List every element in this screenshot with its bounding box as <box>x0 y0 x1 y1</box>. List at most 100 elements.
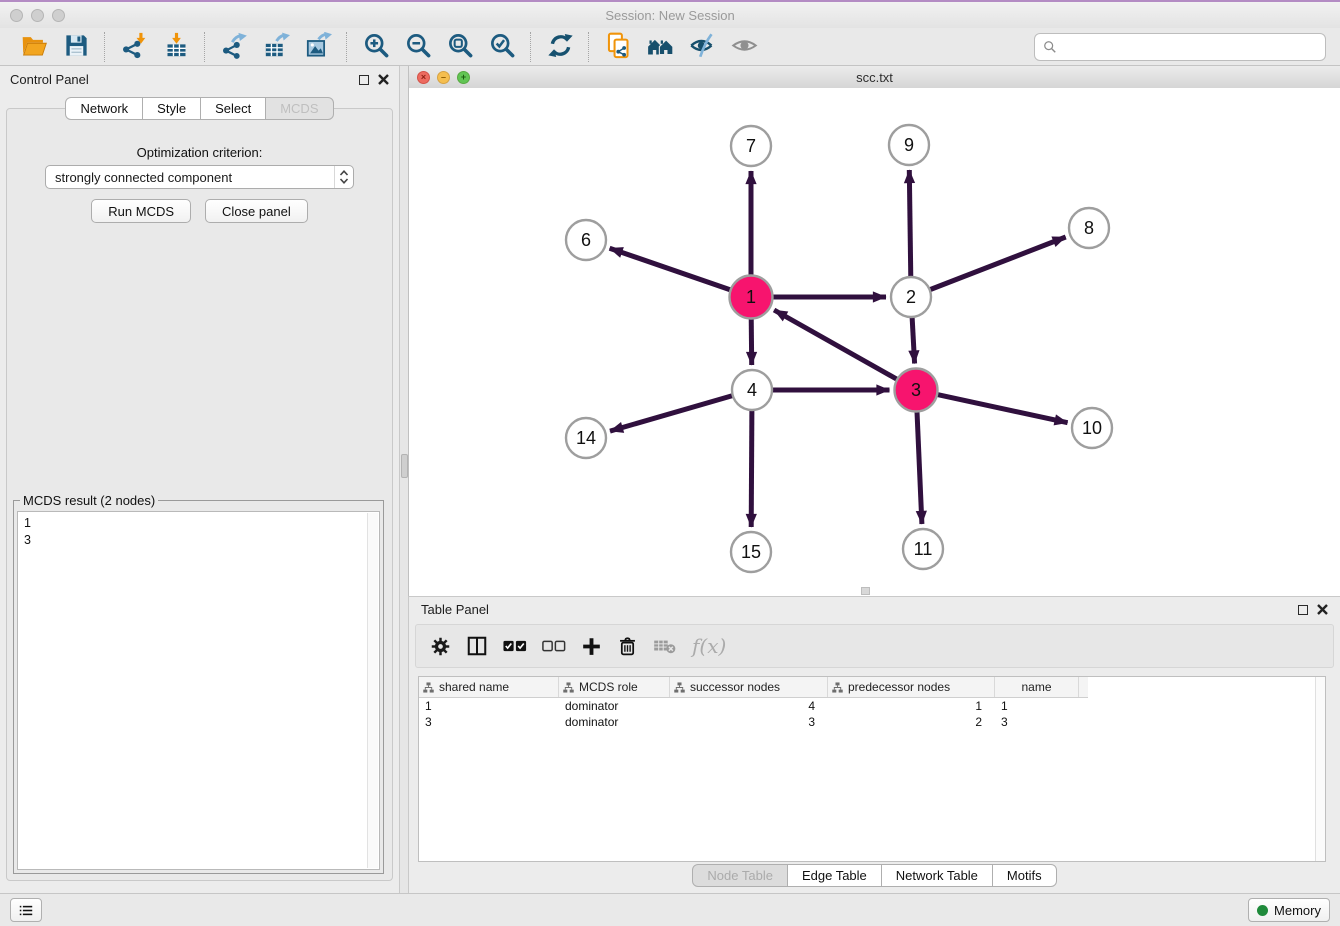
graph-node[interactable]: 1 <box>730 276 773 319</box>
table-row[interactable]: 1dominator411 <box>419 698 1325 714</box>
show-all-button[interactable] <box>726 31 762 63</box>
graph-edge[interactable] <box>610 395 735 431</box>
column-header-successor-nodes[interactable]: successor nodes <box>670 677 828 697</box>
memory-button[interactable]: Memory <box>1248 898 1330 922</box>
search-icon <box>1043 40 1057 54</box>
float-panel-icon[interactable] <box>359 75 369 85</box>
svg-text:14: 14 <box>576 428 596 448</box>
task-history-button[interactable] <box>10 898 42 922</box>
import-network-button[interactable] <box>116 31 152 63</box>
graph-node[interactable]: 2 <box>891 277 931 317</box>
graph-node[interactable]: 4 <box>732 370 772 410</box>
table-cell[interactable]: 1 <box>419 698 559 714</box>
column-header-mcds-role[interactable]: MCDS role <box>559 677 670 697</box>
fx-icon: f(x) <box>692 634 726 658</box>
tab-motifs[interactable]: Motifs <box>992 864 1057 887</box>
tab-mcds[interactable]: MCDS <box>265 97 333 120</box>
graph-edge[interactable] <box>774 310 899 380</box>
table-row[interactable]: 3dominator323 <box>419 714 1325 730</box>
graph-edge[interactable] <box>909 170 911 279</box>
tab-edge-table[interactable]: Edge Table <box>787 864 882 887</box>
column-header-shared-name[interactable]: shared name <box>419 677 559 697</box>
svg-text:3: 3 <box>911 380 921 400</box>
delete-row-button[interactable] <box>617 636 638 657</box>
table-cell[interactable]: 4 <box>670 698 828 714</box>
graph-node[interactable]: 3 <box>895 369 938 412</box>
export-table-button[interactable] <box>258 31 294 63</box>
function-builder-button[interactable]: f(x) <box>692 634 726 658</box>
graph-edge[interactable] <box>610 248 733 290</box>
table-cell[interactable]: 3 <box>670 714 828 730</box>
graph-edge[interactable] <box>751 317 752 366</box>
save-session-button[interactable] <box>58 31 94 63</box>
tab-network[interactable]: Network <box>65 97 143 120</box>
column-settings-button[interactable] <box>430 636 451 657</box>
zoom-fit-icon <box>447 32 474 62</box>
export-network-button[interactable] <box>216 31 252 63</box>
duplicate-network-button[interactable] <box>600 31 636 63</box>
delete-table-button[interactable] <box>653 637 677 655</box>
table-toolbar: f(x) <box>415 624 1334 668</box>
graph-node[interactable]: 9 <box>889 125 929 165</box>
eye-icon <box>731 32 758 62</box>
eye-slash-icon <box>689 32 716 62</box>
add-row-button[interactable] <box>581 636 602 657</box>
close-panel-icon[interactable] <box>378 74 389 85</box>
graph-node[interactable]: 7 <box>731 126 771 166</box>
graph-node[interactable]: 8 <box>1069 208 1109 248</box>
table-cell[interactable]: 3 <box>995 714 1079 730</box>
deselect-all-button[interactable] <box>542 640 566 652</box>
zoom-out-button[interactable] <box>400 31 436 63</box>
show-columns-button[interactable] <box>466 635 488 657</box>
graph-node[interactable]: 10 <box>1072 408 1112 448</box>
table-cell[interactable]: dominator <box>559 698 670 714</box>
result-scrollbar[interactable] <box>367 513 378 868</box>
tab-node-table[interactable]: Node Table <box>692 864 788 887</box>
graph-edge[interactable] <box>751 408 752 527</box>
float-panel-icon[interactable] <box>1298 605 1308 615</box>
graph-edge[interactable] <box>912 315 915 364</box>
search-input[interactable] <box>1062 36 1325 58</box>
panel-splitter[interactable] <box>400 66 408 893</box>
canvas-scrollbar-thumb[interactable] <box>861 587 870 595</box>
close-panel-icon[interactable] <box>1317 604 1328 615</box>
select-all-button[interactable] <box>503 640 527 652</box>
column-header-predecessor-nodes[interactable]: predecessor nodes <box>828 677 995 697</box>
hide-selected-button[interactable] <box>684 31 720 63</box>
apply-layout-button[interactable] <box>542 31 578 63</box>
zoom-out-icon <box>405 32 432 62</box>
table-cell[interactable]: dominator <box>559 714 670 730</box>
zoom-in-button[interactable] <box>358 31 394 63</box>
home-button[interactable] <box>642 31 678 63</box>
network-canvas[interactable]: 7 9 6 8 1 2 4 3 14 10 15 11 <box>409 88 1340 596</box>
mcds-result-area[interactable]: 1 3 <box>17 511 380 870</box>
criterion-dropdown[interactable]: strongly connected component <box>45 165 354 189</box>
tab-style[interactable]: Style <box>142 97 201 120</box>
graph-edge[interactable] <box>917 410 922 525</box>
table-cell[interactable]: 2 <box>828 714 995 730</box>
open-file-button[interactable] <box>16 31 52 63</box>
splitter-grip[interactable] <box>401 454 408 478</box>
export-image-button[interactable] <box>300 31 336 63</box>
graph-node[interactable]: 11 <box>903 529 943 569</box>
graph-node[interactable]: 6 <box>566 220 606 260</box>
tab-network-table[interactable]: Network Table <box>881 864 993 887</box>
import-table-button[interactable] <box>158 31 194 63</box>
table-cell[interactable]: 1 <box>828 698 995 714</box>
table-cell[interactable]: 1 <box>995 698 1079 714</box>
column-header-name[interactable]: name <box>995 677 1079 697</box>
graph-edge[interactable] <box>935 394 1068 423</box>
zoom-fit-button[interactable] <box>442 31 478 63</box>
run-mcds-button[interactable]: Run MCDS <box>91 199 191 223</box>
zoom-selected-button[interactable] <box>484 31 520 63</box>
svg-text:10: 10 <box>1082 418 1102 438</box>
table-scrollbar[interactable] <box>1315 677 1325 861</box>
table-cell[interactable]: 3 <box>419 714 559 730</box>
tab-select[interactable]: Select <box>200 97 266 120</box>
graph-node[interactable]: 14 <box>566 418 606 458</box>
graph-node[interactable]: 15 <box>731 532 771 572</box>
graph-edge[interactable] <box>928 237 1066 291</box>
mcds-result-text: 1 3 <box>24 515 365 866</box>
close-panel-button[interactable]: Close panel <box>205 199 308 223</box>
trash-icon <box>617 636 638 657</box>
